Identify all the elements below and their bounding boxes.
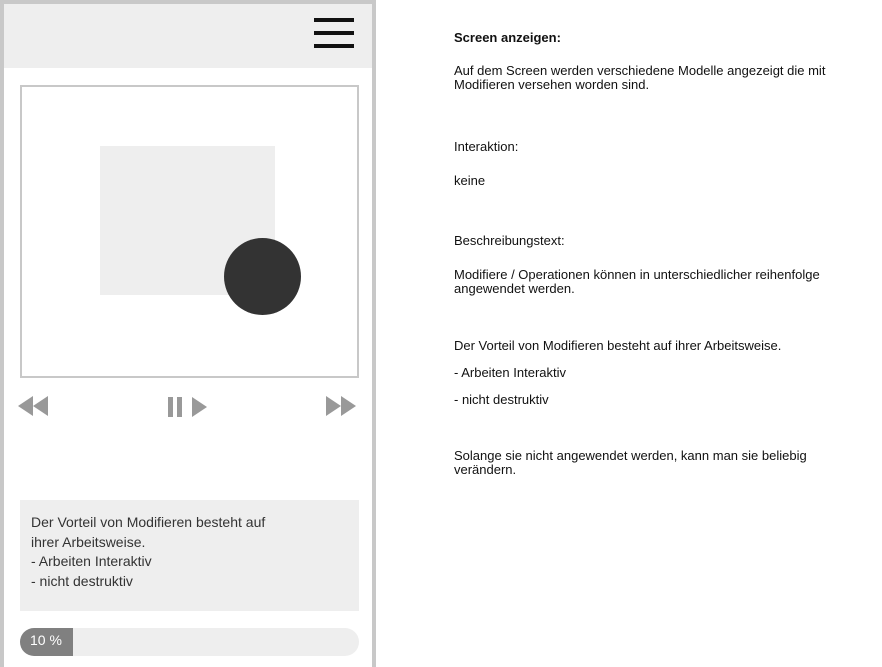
pause-icon[interactable] <box>167 396 185 418</box>
text-line: Modifiere / Operationen können in unters… <box>454 267 820 282</box>
app-header <box>4 4 372 68</box>
text-line: angewendet werden. <box>454 281 575 296</box>
description-line: - Arbeiten Interaktiv <box>31 553 152 569</box>
model-sphere <box>224 238 301 315</box>
interaction-title: Interaktion: <box>454 139 519 154</box>
description-text: Modifiere / Operationen können in unters… <box>454 268 882 296</box>
description-line: Der Vorteil von Modifieren besteht auf <box>31 514 266 530</box>
screen-title: Screen anzeigen: <box>454 30 561 45</box>
description-text: Der Vorteil von Modifieren besteht auf i… <box>454 338 782 353</box>
rewind-icon[interactable] <box>18 396 50 416</box>
progress-fill: 10 % <box>20 628 73 656</box>
description-text: - Arbeiten Interaktiv <box>454 365 566 380</box>
interaction-text: keine <box>454 173 486 188</box>
description-text: - nicht destruktiv <box>454 392 549 407</box>
text-line: verändern. <box>454 462 517 477</box>
description-box: Der Vorteil von Modifieren besteht auf i… <box>20 500 359 611</box>
progress-bar: 10 % <box>20 628 359 656</box>
text-line: Modifieren versehen worden sind. <box>454 77 650 92</box>
text-line: Auf dem Screen werden verschiedene Model… <box>454 63 826 78</box>
text-line: Solange sie nicht angewendet werden, kan… <box>454 448 807 463</box>
fast-forward-icon[interactable] <box>326 396 358 416</box>
description-line: - nicht destruktiv <box>31 572 133 589</box>
description-line: ihrer Arbeitsweise. <box>31 533 146 550</box>
description-title: Beschreibungstext: <box>454 233 565 248</box>
description-text: Solange sie nicht angewendet werden, kan… <box>454 449 882 477</box>
play-icon[interactable] <box>191 397 209 417</box>
screen-text: Auf dem Screen werden verschiedene Model… <box>454 64 882 92</box>
